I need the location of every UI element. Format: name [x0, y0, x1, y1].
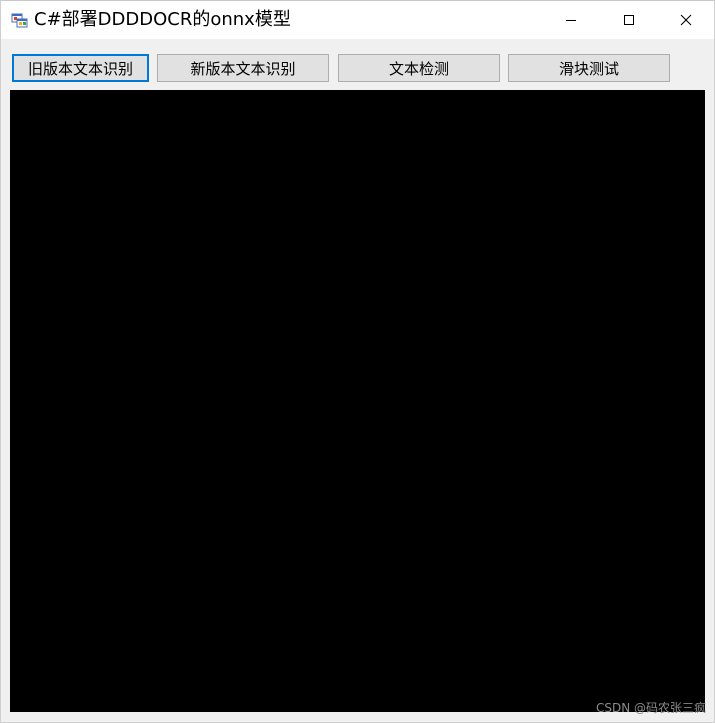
maximize-button[interactable]	[600, 1, 658, 39]
maximize-icon	[624, 15, 634, 25]
new-version-ocr-button[interactable]: 新版本文本识别	[157, 54, 329, 82]
minimize-button[interactable]	[542, 1, 600, 39]
title-bar[interactable]: C#部署DDDDOCR的onnx模型	[1, 1, 714, 39]
slider-test-button[interactable]: 滑块测试	[508, 54, 670, 82]
app-icon	[11, 11, 28, 28]
text-detection-button[interactable]: 文本检测	[338, 54, 500, 82]
csdn-watermark: CSDN @码农张三疯	[595, 701, 706, 715]
client-area: 旧版本文本识别 新版本文本识别 文本检测 滑块测试	[1, 39, 714, 722]
minimize-icon	[566, 20, 576, 21]
picture-box	[10, 90, 705, 712]
app-window: C#部署DDDDOCR的onnx模型 旧版本文本识别 新版本文本识别 文本检测 …	[0, 0, 715, 723]
window-title: C#部署DDDDOCR的onnx模型	[34, 9, 291, 30]
old-version-ocr-button[interactable]: 旧版本文本识别	[12, 54, 149, 82]
close-icon	[680, 14, 692, 26]
close-button[interactable]	[657, 1, 714, 39]
